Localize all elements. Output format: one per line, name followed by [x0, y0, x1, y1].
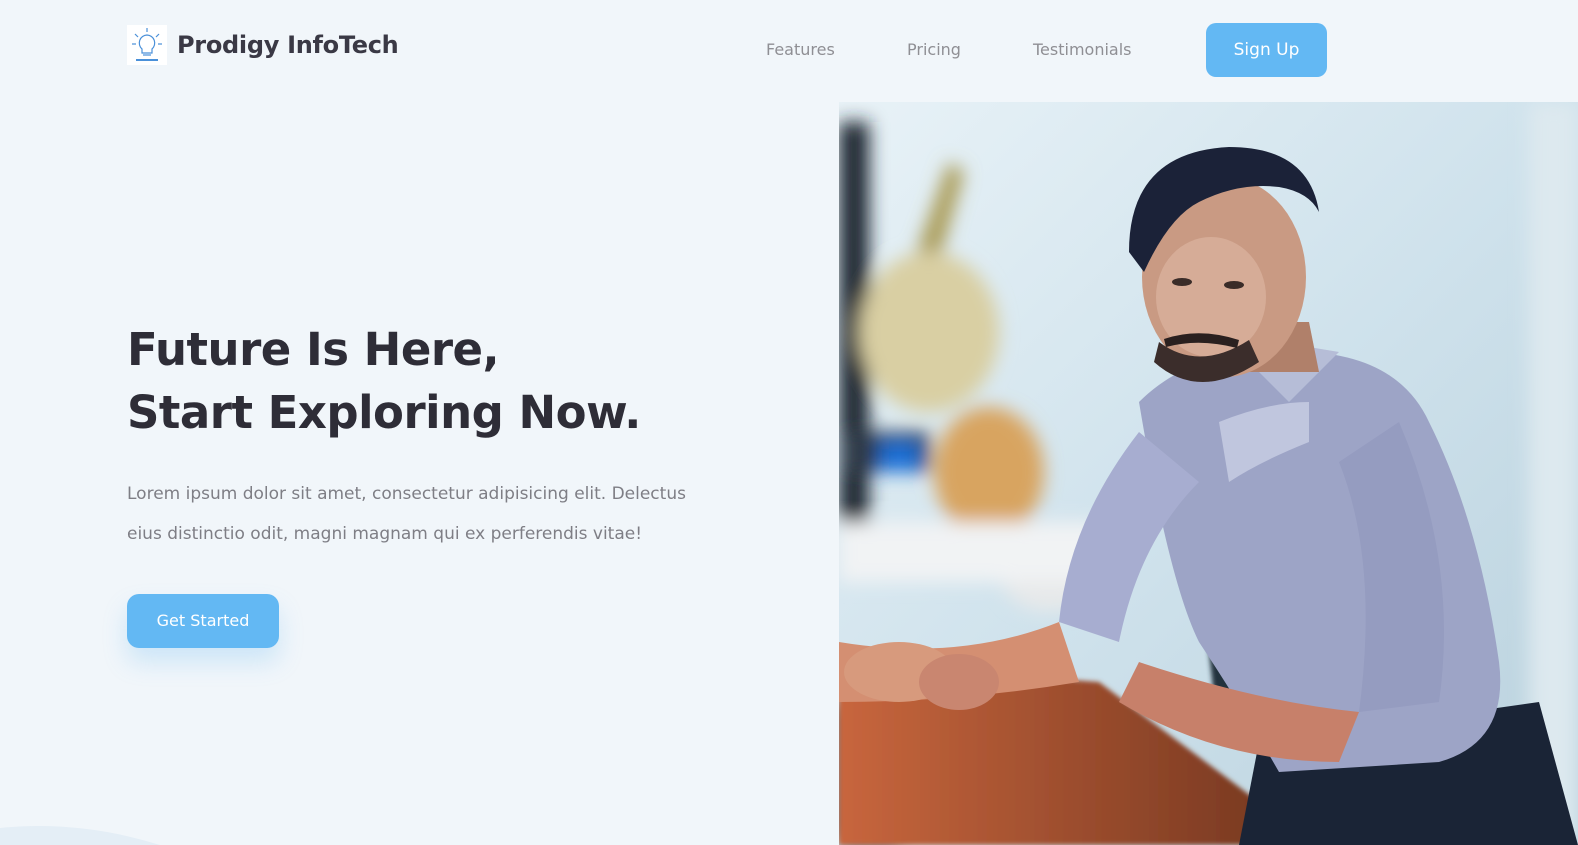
lightbulb-icon — [132, 28, 162, 61]
nav-link-pricing[interactable]: Pricing — [907, 40, 961, 59]
person-at-desk-photo — [839, 102, 1578, 845]
hero-title: Future Is Here, Start Exploring Now. — [127, 318, 641, 444]
get-started-button[interactable]: Get Started — [127, 594, 279, 648]
nav-link-testimonials[interactable]: Testimonials — [1033, 40, 1132, 59]
logo-icon[interactable] — [127, 25, 167, 65]
hero-title-line-2: Start Exploring Now. — [127, 386, 641, 439]
hero-description: Lorem ipsum dolor sit amet, consectetur … — [127, 484, 686, 544]
brand-name[interactable]: Prodigy InfoTech — [177, 31, 399, 59]
nav-link-features[interactable]: Features — [766, 40, 835, 59]
hero-photo — [839, 102, 1578, 845]
hero-title-line-1: Future Is Here, — [127, 323, 500, 376]
decorative-corner-shape — [0, 826, 160, 845]
sign-up-button[interactable]: Sign Up — [1206, 23, 1327, 77]
